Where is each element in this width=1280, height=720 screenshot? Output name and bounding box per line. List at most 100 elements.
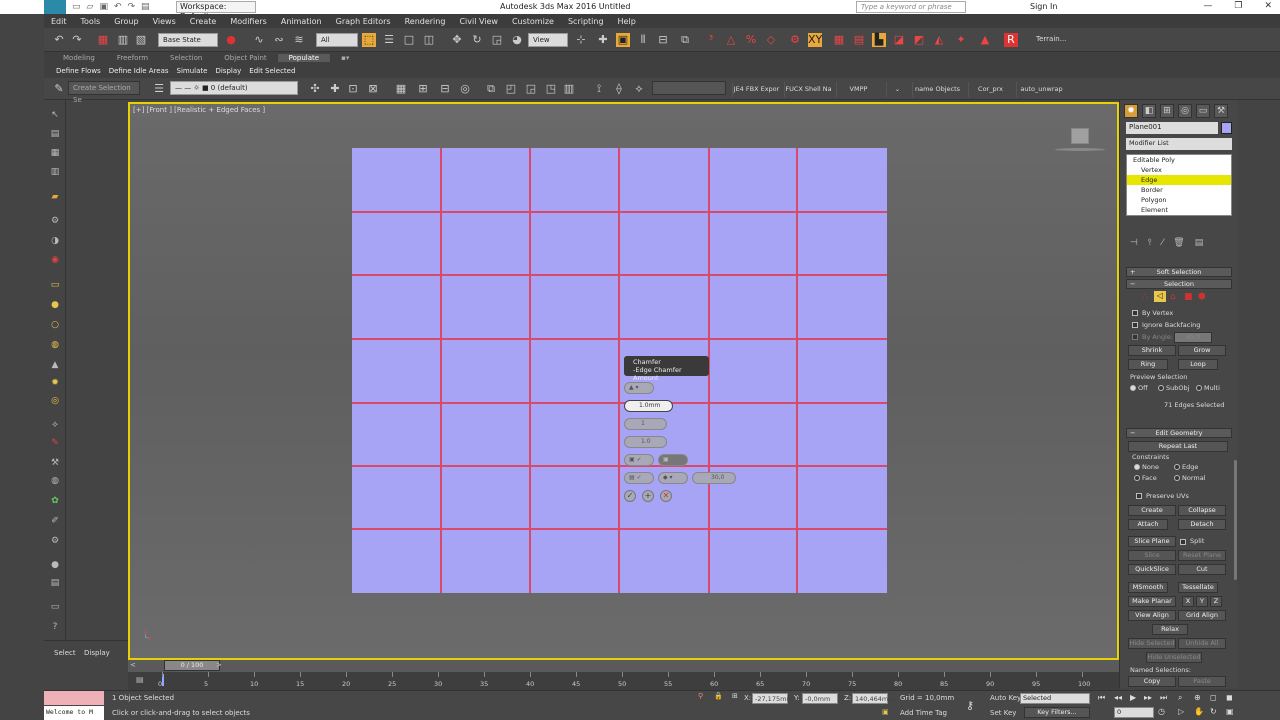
rectangular-selection-icon[interactable]: □ [402,33,416,47]
modify-tab-icon[interactable]: ◧ [1142,104,1156,118]
set-current-layer-icon[interactable]: ⊠ [366,82,380,96]
go-to-end-icon[interactable]: ⏭ [1160,693,1167,703]
edge-selected[interactable] [618,148,620,593]
move-icon[interactable]: ✥ [450,33,464,47]
detach-button[interactable]: Detach [1178,519,1226,530]
ring-button[interactable]: Ring [1128,359,1168,370]
edge-selected[interactable] [352,465,887,467]
menu-views[interactable]: Views [146,17,183,26]
camera-icon[interactable]: ◎ [48,394,62,408]
edge-selected[interactable] [352,338,887,340]
tab-selection[interactable]: Selection [159,54,213,62]
quickslice-button[interactable]: QuickSlice [1128,564,1176,575]
paste-button[interactable]: Paste [1178,676,1226,687]
table-tool-icon[interactable]: ▥ [48,165,62,179]
field-of-view-icon[interactable]: ▷ [1178,707,1184,716]
settings-icon[interactable]: ⚙ [48,534,62,548]
reset-plane-button[interactable]: Reset Plane [1178,550,1226,561]
plugin-cor-prx-button[interactable]: Cor_prx [968,82,1012,97]
make-planar-button[interactable]: Make Planar [1128,596,1176,607]
y-coordinate-field[interactable]: -0,0mm [802,693,838,704]
cut-button[interactable]: Cut [1178,564,1226,575]
x-coordinate-field[interactable]: -27,175mm [752,693,793,704]
foliage-icon[interactable]: ✿ [48,494,62,508]
scene-explorer-icon[interactable]: ▦ [96,33,110,47]
menu-modifiers[interactable]: Modifiers [223,17,274,26]
add-to-layer-icon[interactable]: ✚ [328,82,342,96]
by-angle-checkbox[interactable] [1132,334,1138,340]
create-layer-icon[interactable]: ✣ [308,82,322,96]
key-filters-button[interactable]: Key Filters... [1024,707,1090,718]
bind-space-warp-icon[interactable]: ∿ [252,33,266,47]
box-primitive-icon[interactable]: ▭ [48,278,62,292]
tab-select[interactable]: Select [54,649,76,657]
collapse-button[interactable]: Collapse [1178,505,1226,516]
select-in-layer-icon[interactable]: ⊡ [346,82,360,96]
tessellate-button[interactable]: Tessellate [1178,582,1218,593]
snaps-toggle-icon[interactable]: ³ [704,33,718,47]
spinner-snap-icon[interactable]: ◇ [764,33,778,47]
folder-icon[interactable]: ▰ [48,190,62,204]
pin-stack-icon[interactable]: ⊣ [1130,238,1138,248]
link-icon[interactable]: ▥ [116,33,130,47]
select-tool-icon[interactable]: ↖ [48,108,62,122]
angle-snap-icon[interactable]: △ [724,33,738,47]
chamfer-type-dropdown[interactable]: ▲ ▾ [624,382,654,394]
render-region-icon[interactable]: ⊞ [416,82,430,96]
render-view-icon[interactable]: ◉ [48,253,62,267]
menu-tools[interactable]: Tools [74,17,108,26]
edit-named-selection-icon[interactable]: ⚙ [788,33,802,47]
define-idle-areas-button[interactable]: Define Idle Areas [105,67,173,75]
viewcube-compass[interactable] [1055,148,1105,151]
split-checkbox[interactable] [1180,539,1186,545]
configure-sets-icon[interactable]: ▤ [1195,238,1204,248]
absolute-mode-icon[interactable]: ⊞ [732,692,738,700]
display-tab-icon[interactable]: ▭ [1196,104,1210,118]
msmooth-button[interactable]: MSmooth [1128,582,1168,593]
chevron-double-down-icon[interactable]: ⌄ [886,82,908,97]
edge-selected[interactable] [796,148,798,593]
maximize-button[interactable]: ❐ [1234,1,1242,11]
select-object-icon[interactable]: ⬚ [362,33,376,47]
schematic-view-icon[interactable]: ▤ [852,33,866,47]
edge-mode-icon[interactable]: ◁ [1154,291,1166,302]
layer-dropdown[interactable]: — — ☼ ■ 0 (default) [170,81,298,95]
edge-selected[interactable] [440,148,442,593]
remove-modifier-icon[interactable]: 🗑 [1173,238,1184,248]
ribbon-options-icon[interactable]: ▪▾ [330,54,360,62]
select-and-manipulate-icon[interactable]: ✚ [596,33,610,47]
curve-editor-icon[interactable]: ▦ [832,33,846,47]
new-file-icon[interactable]: ▭ [72,2,81,12]
tab-freeform[interactable]: Freeform [106,54,159,62]
zoom-all-icon[interactable]: ⊕ [1194,693,1201,702]
menu-create[interactable]: Create [183,17,224,26]
edit-selected-button[interactable]: Edit Selected [245,67,299,75]
grow-button[interactable]: Grow [1178,345,1226,356]
utilities-tab-icon[interactable]: ⚒ [1214,104,1228,118]
mini-curve-editor-icon[interactable]: ▤ [136,675,144,684]
stack-item-vertex[interactable]: Vertex [1127,165,1231,175]
scale-icon[interactable]: ◲ [490,33,504,47]
orbit-icon[interactable]: ↻ [1210,707,1217,716]
attach-button[interactable]: Attach [1128,519,1168,530]
stack-item-edge[interactable]: Edge [1127,175,1231,185]
minimize-button[interactable]: — [1203,1,1212,11]
stack-item-border[interactable]: Border [1127,185,1231,195]
axis-constraint-icon[interactable]: XY [808,33,822,47]
modifier-list-dropdown[interactable]: Modifier List [1126,138,1232,150]
layer-manager-icon[interactable]: ☰ [152,82,166,96]
chamfer-tension-field[interactable]: 1.0 [624,436,667,448]
tab-display[interactable]: Display [84,649,110,657]
by-angle-field[interactable]: 45,0 [1174,332,1212,343]
isolate-icon[interactable]: ◳ [544,82,558,96]
object-color-swatch[interactable] [1221,122,1232,134]
cancel-x-icon[interactable]: ✕ [660,490,672,502]
add-time-tag-button[interactable]: Add Time Tag [900,709,947,717]
project-folder-icon[interactable]: ▤ [141,2,150,12]
search-input[interactable]: Type a keyword or phrase [856,1,966,13]
selection-set-dropdown[interactable]: Create Selection Se [68,81,140,104]
menu-rendering[interactable]: Rendering [398,17,453,26]
scene-states-icon[interactable]: ▥ [562,82,576,96]
time-tag-icon[interactable]: ▣ [882,708,889,716]
container-icon[interactable]: ◲ [524,82,538,96]
